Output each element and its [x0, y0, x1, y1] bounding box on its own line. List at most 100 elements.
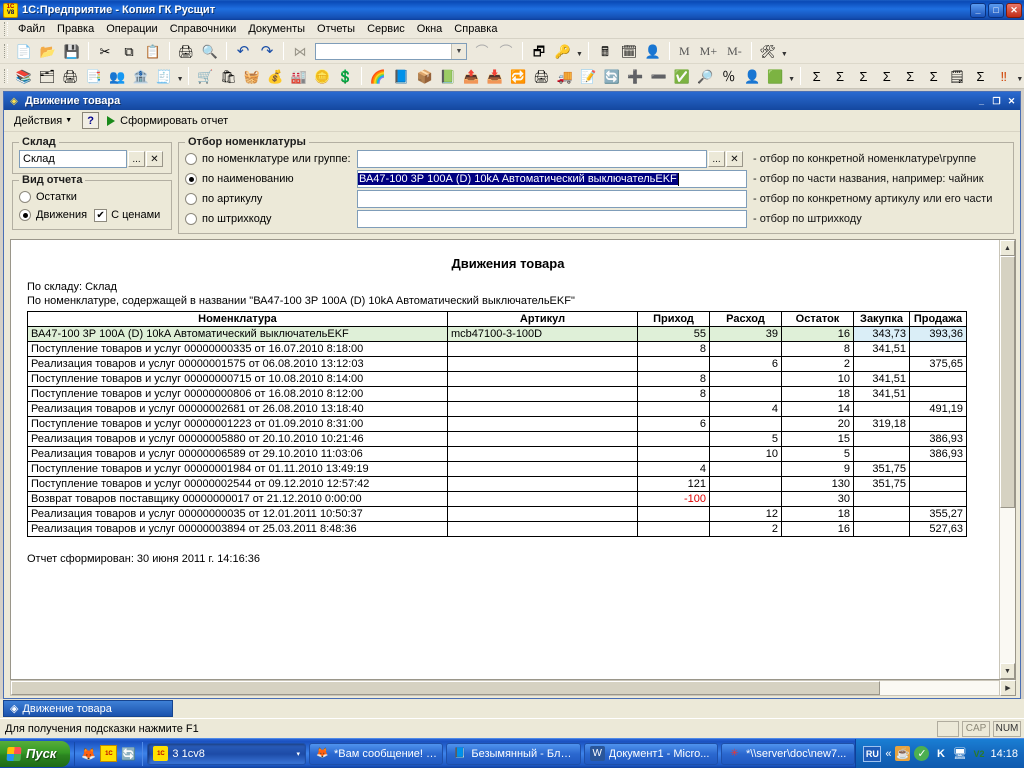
warning-icon[interactable]: ‼ — [993, 66, 1014, 87]
task-button-notepad[interactable]: 📘 Безымянный - Бло... — [446, 742, 581, 765]
task-button-word[interactable]: W Документ1 - Micro... — [583, 742, 718, 765]
copy-icon[interactable]: ⧉ — [118, 41, 140, 62]
buyer-icon[interactable]: 🛒 — [194, 66, 215, 87]
doc-person-icon[interactable]: 👤 — [741, 66, 762, 87]
documents-overflow-icon[interactable]: ▼ — [176, 66, 185, 86]
task-button-editor[interactable]: ✳ *\\server\doc\new7... — [721, 742, 856, 765]
start-button[interactable]: Пуск — [0, 740, 71, 767]
table-row[interactable]: Поступление товаров и услуг 00000000806 … — [27, 386, 967, 402]
reports-overflow-icon[interactable]: ▼ — [1015, 66, 1024, 86]
table-row[interactable]: Поступление товаров и услуг 00000000715 … — [27, 371, 967, 387]
close-button[interactable]: ✕ — [1006, 2, 1022, 18]
table-row[interactable]: Поступление товаров и услуг 00000001223 … — [27, 416, 967, 432]
col-header-article[interactable]: Артикул — [447, 311, 638, 327]
find-icon[interactable]: ⋈ — [289, 41, 311, 62]
docs2-overflow-icon[interactable]: ▼ — [787, 66, 796, 86]
chevron-down-icon[interactable]: ▾ — [297, 750, 301, 758]
nomenclature-clear-button[interactable]: ✕ — [726, 151, 743, 167]
col-header-income[interactable]: Приход — [637, 311, 710, 327]
calendar-icon[interactable]: 🗓 — [618, 41, 640, 62]
sum-red-icon[interactable]: Σ — [876, 66, 897, 87]
col-header-nomenclature[interactable]: Номенклатура — [27, 311, 448, 327]
menu-item-help[interactable]: Справка — [448, 21, 503, 37]
maximize-button[interactable]: □ — [988, 2, 1004, 18]
tray-expand-icon[interactable]: « — [885, 748, 891, 760]
calculator-icon[interactable]: 🖩 — [594, 41, 616, 62]
hscroll-right-icon[interactable]: ▶ — [1000, 680, 1016, 696]
menu-item-service[interactable]: Сервис — [361, 21, 411, 37]
open-folder-icon[interactable]: 📂 — [37, 41, 59, 62]
table-row[interactable]: Реализация товаров и услуг 00000006589 о… — [27, 446, 967, 462]
doc-refresh-icon[interactable]: 🔄 — [601, 66, 622, 87]
sum-person-icon[interactable]: Σ — [829, 66, 850, 87]
goods-in-icon[interactable]: 📥 — [484, 66, 505, 87]
radio-by-nomenclature[interactable]: по номенклатуре или группе: — [185, 150, 357, 168]
col-header-balance[interactable]: Остаток — [781, 311, 854, 327]
report-vertical-scrollbar[interactable]: ▲ ▼ — [999, 240, 1015, 679]
language-indicator[interactable]: RU — [863, 745, 882, 762]
supplier-icon[interactable]: 🛍 — [218, 66, 239, 87]
doc-buy-icon[interactable]: 📗 — [437, 66, 458, 87]
redo-icon[interactable]: ↷ — [256, 41, 278, 62]
1c-icon[interactable]: 1C — [100, 745, 118, 762]
hscroll-track[interactable] — [10, 680, 1000, 696]
user-icon[interactable]: 👤 — [642, 41, 664, 62]
table-row[interactable]: Реализация товаров и услуг 00000002681 о… — [27, 401, 967, 417]
kaspersky-icon[interactable]: K — [933, 746, 948, 761]
memory-subtract-button[interactable]: M- — [722, 44, 747, 59]
name-input[interactable]: ВА47-100 3Р 100А (D) 10kA Автоматический… — [357, 170, 747, 188]
coin-out-icon[interactable]: 🪙 — [311, 66, 332, 87]
money-icon[interactable]: 💰 — [265, 66, 286, 87]
menu-item-edit[interactable]: Правка — [51, 21, 100, 37]
help-button[interactable]: ? — [82, 112, 100, 129]
checkbox-with-prices[interactable]: ✔ С ценами — [94, 208, 160, 222]
task-button-firefox[interactable]: 🦊 *Вам сообщение! -... — [309, 742, 444, 765]
scroll-up-icon[interactable]: ▲ — [1000, 240, 1015, 256]
coin-in-icon[interactable]: 💲 — [335, 66, 356, 87]
radio-by-article[interactable]: по артикулу — [185, 190, 357, 208]
firefox-icon[interactable]: 🦊 — [80, 745, 97, 762]
sum-report-icon[interactable]: Σ — [806, 66, 827, 87]
accounts-icon[interactable]: 🏦 — [130, 66, 151, 87]
window-list-icon[interactable]: 🗗 — [528, 41, 550, 62]
paste-icon[interactable]: 📋 — [142, 41, 164, 62]
monitor-icon[interactable]: 🖥 — [952, 746, 967, 761]
col-header-buy[interactable]: Закупка — [853, 311, 910, 327]
barcode-input[interactable] — [357, 210, 747, 228]
shield-icon[interactable]: ✓ — [914, 746, 930, 761]
col-header-sell[interactable]: Продажа — [909, 311, 967, 327]
find-next-icon[interactable]: ⌒ — [471, 41, 493, 62]
tools-icon[interactable]: 🛠 — [757, 41, 779, 62]
undo-icon[interactable]: ↶ — [232, 41, 254, 62]
remove-coin-icon[interactable]: ➖ — [648, 66, 669, 87]
client-icon[interactable]: 🧺 — [241, 66, 262, 87]
warehouse-select-button[interactable]: ... — [128, 151, 145, 167]
table-row[interactable]: Реализация товаров и услуг 00000001575 о… — [27, 356, 967, 372]
tray-clock[interactable]: 14:18 — [990, 748, 1018, 760]
table-row[interactable]: Реализация товаров и услуг 00000005880 о… — [27, 431, 967, 447]
document-restore-button[interactable]: ❐ — [989, 94, 1004, 108]
nomenclature-input[interactable] — [357, 150, 707, 168]
sum-mark-icon[interactable]: Σ — [923, 66, 944, 87]
scroll-down-icon[interactable]: ▼ — [1000, 663, 1015, 679]
goods-move-icon[interactable]: 📦 — [414, 66, 435, 87]
reports-icon[interactable]: 🖨 — [60, 66, 81, 87]
memory-recall-button[interactable]: M — [674, 44, 695, 59]
warehouse-icon[interactable]: 🏭 — [288, 66, 309, 87]
sum-check-icon[interactable]: Σ — [970, 66, 991, 87]
menu-item-catalogs[interactable]: Справочники — [164, 21, 243, 37]
doc-print-icon[interactable]: 🖨 — [531, 66, 552, 87]
print-preview-icon[interactable]: 🔍 — [199, 41, 221, 62]
find-previous-icon[interactable]: ⌒ — [495, 41, 517, 62]
generate-report-button[interactable]: Сформировать отчет — [120, 115, 228, 127]
col-header-outcome[interactable]: Расход — [709, 311, 782, 327]
table-row[interactable]: Реализация товаров и услуг 00000000035 о… — [27, 506, 967, 522]
journal-icon[interactable]: 📑 — [83, 66, 104, 87]
doc-check-icon[interactable]: ✅ — [671, 66, 692, 87]
menu-item-reports[interactable]: Отчеты — [311, 21, 361, 37]
toolbar-overflow-icon[interactable]: ▼ — [575, 41, 584, 61]
add-coin-icon[interactable]: ➕ — [624, 66, 645, 87]
hscroll-thumb[interactable] — [11, 681, 881, 695]
save-icon[interactable]: 💾 — [61, 41, 83, 62]
radio-by-name[interactable]: по наименованию — [185, 170, 357, 188]
